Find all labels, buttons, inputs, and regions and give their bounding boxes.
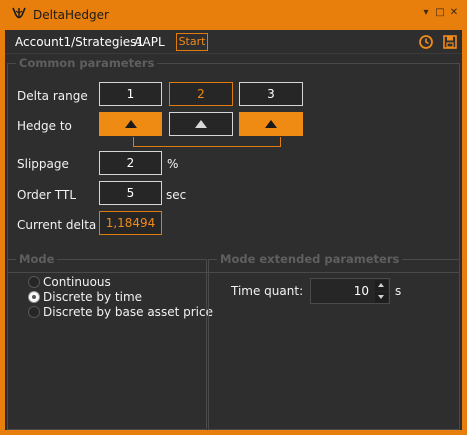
dropdown-arrow-icon[interactable]: ▾ [420,6,432,20]
time-quant-unit: s [395,284,402,298]
hedge-to-label: Hedge to [17,119,72,133]
delta-range-label: Delta range [17,89,88,103]
spin-down-icon[interactable] [375,292,388,303]
hedge-to-mid-button[interactable] [169,112,233,136]
mode-continuous-label[interactable]: Continuous [43,275,111,289]
current-delta-value: 1,18494 [99,211,162,235]
hedge-range-bracket [133,137,281,147]
order-ttl-input[interactable]: 5 [99,181,162,205]
spin-up-icon[interactable] [375,280,388,291]
delta-hedger-window: DeltaHedger ▾ □ ✕ Account1/Strategies1 A… [0,0,467,435]
delta-range-max-input[interactable]: 3 [239,82,303,106]
order-ttl-label: Order TTL [17,188,77,202]
mode-continuous-radio[interactable] [28,276,40,288]
mode-discrete-price-radio[interactable] [28,306,40,318]
window-title: DeltaHedger [33,8,109,22]
triangle-up-icon [265,120,277,128]
hedge-to-min-button[interactable] [99,112,162,136]
time-quant-stepper[interactable]: 10 [310,278,390,304]
close-icon[interactable]: ✕ [448,6,460,20]
window-controls: ▾ □ ✕ [420,6,460,20]
maximize-icon[interactable]: □ [434,6,446,20]
main-panel: Account1/Strategies1 AAPL Start Common p… [5,30,462,430]
symbol-label: AAPL [134,35,165,49]
delta-range-mid-input[interactable]: 2 [169,82,233,106]
save-icon[interactable] [442,34,458,50]
order-ttl-unit: sec [166,188,187,202]
strategy-header: Account1/Strategies1 AAPL Start [5,30,462,54]
mode-extended-title: Mode extended parameters [217,252,403,266]
triangle-up-icon [195,120,207,128]
common-parameters-title: Common parameters [16,56,158,70]
strategy-path: Account1/Strategies1 [15,35,145,49]
app-logo-icon [12,7,26,19]
hedge-to-max-button[interactable] [239,112,303,136]
slippage-unit: % [167,157,179,171]
delta-range-min-input[interactable]: 1 [99,82,162,106]
triangle-up-icon [124,120,137,128]
clock-icon[interactable] [418,34,434,50]
mode-discrete-price-label[interactable]: Discrete by base asset price [43,305,213,319]
time-quant-label: Time quant: [231,284,304,298]
time-quant-value[interactable]: 10 [354,284,369,298]
mode-discrete-time-label[interactable]: Discrete by time [43,290,142,304]
slippage-input[interactable]: 2 [99,151,162,175]
current-delta-label: Current delta [17,218,97,232]
mode-title: Mode [16,252,58,266]
mode-discrete-time-radio[interactable] [28,291,40,303]
slippage-label: Slippage [17,157,69,171]
title-bar[interactable]: DeltaHedger ▾ □ ✕ [0,0,467,30]
start-button[interactable]: Start [176,33,208,51]
